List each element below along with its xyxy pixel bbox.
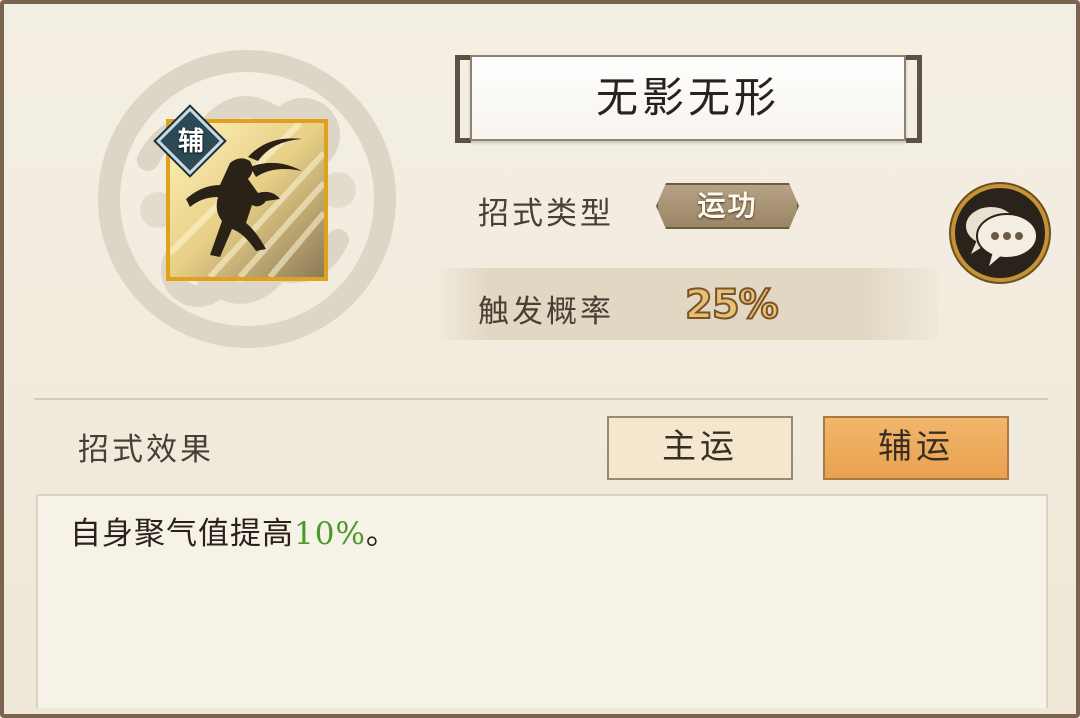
tab-main-mode[interactable]: 主运: [607, 416, 793, 480]
speech-bubble-icon: [964, 205, 1038, 266]
title-bracket-right: [906, 55, 922, 143]
probability-value: 25%: [684, 281, 780, 329]
type-value-badge: 运功: [656, 183, 799, 229]
section-divider: [34, 398, 1048, 400]
effect-text-suffix: 。: [365, 516, 398, 552]
title-bracket-left: [455, 55, 471, 143]
tab-aux-mode[interactable]: 辅运: [823, 416, 1009, 480]
effect-label: 招式效果: [78, 432, 214, 468]
aux-type-badge: 辅: [156, 107, 225, 176]
effect-text-prefix: 自身聚气值提高: [70, 516, 294, 552]
skill-name: 无影无形: [470, 55, 906, 141]
effect-highlight-value: 10%: [294, 516, 366, 552]
aux-badge-label: 辅: [177, 127, 204, 157]
probability-label: 触发概率: [478, 294, 614, 330]
chat-button[interactable]: [951, 184, 1049, 282]
type-label: 招式类型: [478, 196, 614, 232]
effect-description: 自身聚气值提高10%。: [70, 508, 398, 553]
